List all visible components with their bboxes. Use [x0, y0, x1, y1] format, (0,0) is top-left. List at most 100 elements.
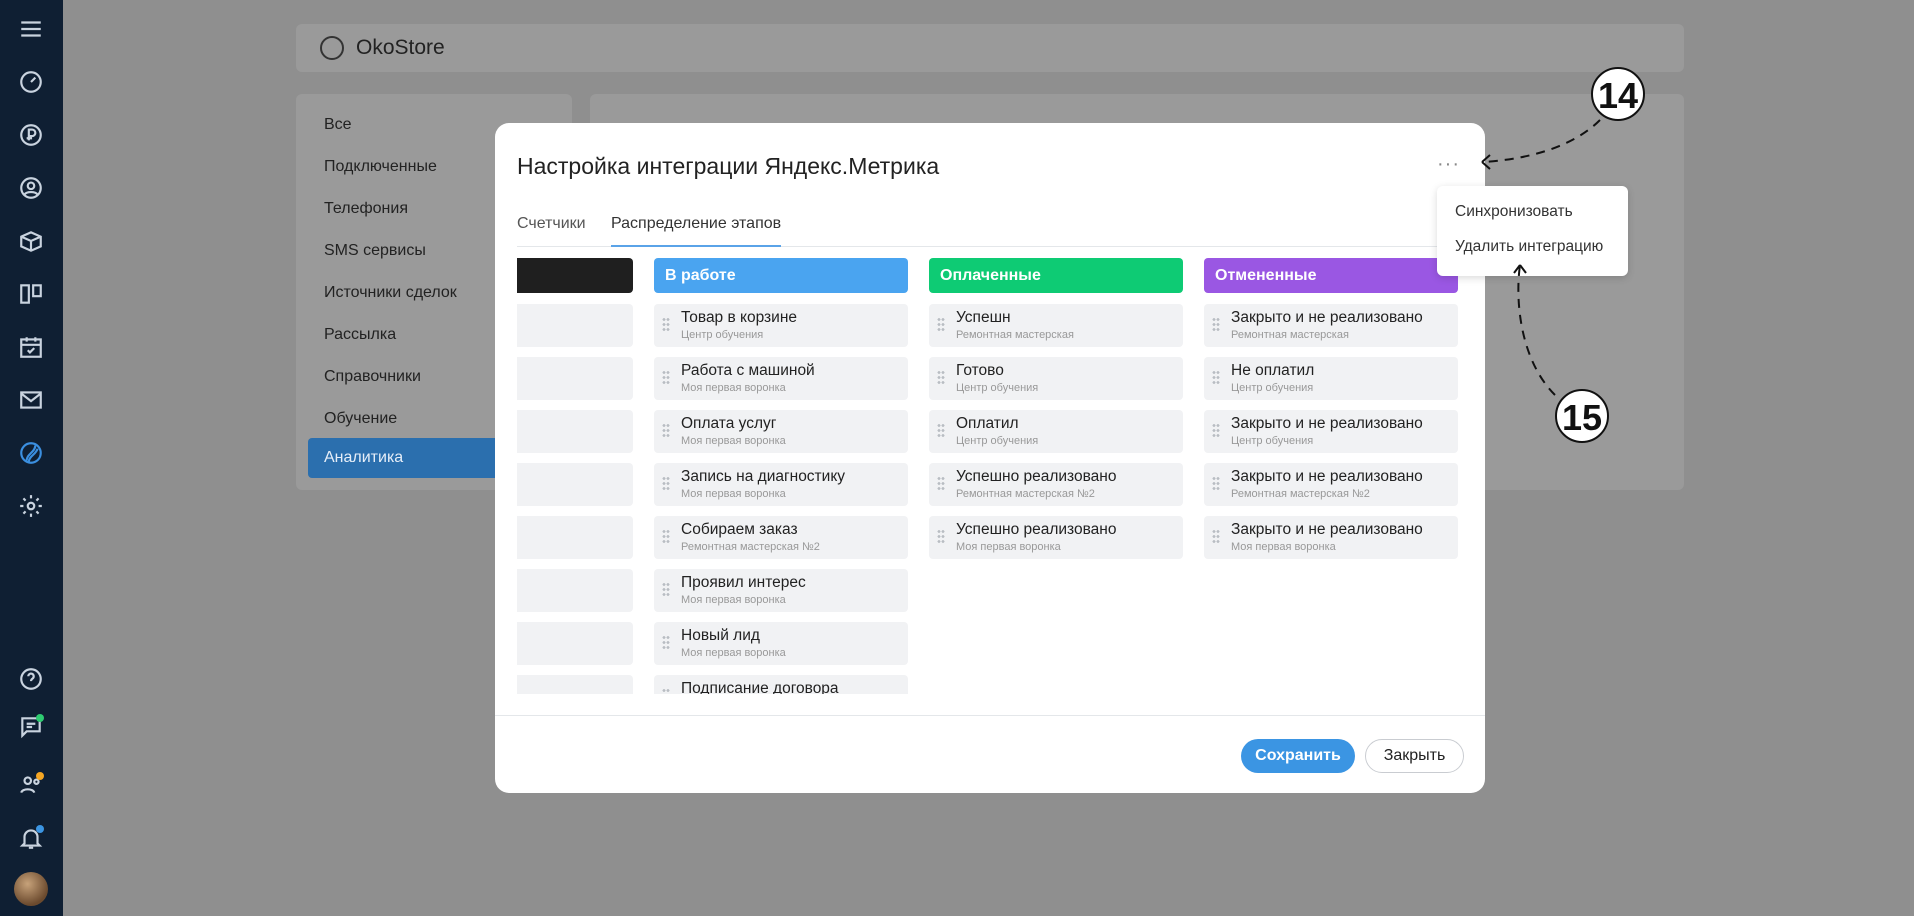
category-item[interactable]: Источники сделок [324, 284, 457, 302]
stage-card-funnel: Моя первая воронка [681, 382, 786, 394]
drag-handle-icon[interactable] [662, 582, 670, 598]
stage-card[interactable]: кт для связи [517, 304, 633, 347]
stage-card[interactable]: Запись на диагностику Моя первая воронка [654, 463, 908, 506]
stage-card[interactable]: Закрыто и не реализовано Ремонтная мастер… [1204, 463, 1458, 506]
category-item[interactable]: Все [324, 116, 352, 134]
integrations-icon[interactable] [14, 436, 48, 470]
drag-handle-icon[interactable] [937, 370, 945, 386]
stage-card-title: Закрыто и не реализовано [1231, 309, 1423, 326]
stage-card[interactable]: Успешно реализовано Ремонтная мастерская … [929, 463, 1183, 506]
mail-icon[interactable] [14, 383, 48, 417]
drag-handle-icon[interactable] [1212, 370, 1220, 386]
stage-card[interactable]: Закрыто и не реализовано Ремонтная мастер… [1204, 304, 1458, 347]
stage-card[interactable]: Новый лид Моя первая воронка [654, 622, 908, 665]
stage-card[interactable]: ты [517, 410, 633, 453]
category-item[interactable]: Рассылка [324, 326, 396, 344]
drag-handle-icon[interactable] [662, 423, 670, 439]
category-item[interactable]: Телефония [324, 200, 408, 218]
stage-column-header: В работе [654, 258, 908, 293]
stage-card[interactable]: Проявил интерес Моя первая воронка [654, 569, 908, 612]
stage-card[interactable]: Закрыто и не реализовано Центр обучения [1204, 410, 1458, 453]
drag-handle-icon[interactable] [1212, 423, 1220, 439]
drag-handle-icon[interactable] [1212, 317, 1220, 333]
drag-handle-icon[interactable] [1212, 529, 1220, 545]
annotation-badge: 15 [1555, 389, 1609, 443]
save-button[interactable]: Сохранить [1241, 739, 1355, 773]
stage-column-header: Оплаченные [929, 258, 1183, 293]
stage-card-title: Готово [956, 362, 1004, 379]
drag-handle-icon[interactable] [662, 688, 670, 694]
calendar-icon[interactable] [14, 330, 48, 364]
stage-card[interactable]: Работа с машиной Моя первая воронка [654, 357, 908, 400]
settings-icon[interactable] [14, 489, 48, 523]
help-icon[interactable] [14, 662, 48, 696]
stage-card[interactable]: вор [517, 463, 633, 506]
drag-handle-icon[interactable] [662, 476, 670, 492]
ruble-icon[interactable] [14, 118, 48, 152]
stage-card[interactable]: Подписание договора [654, 675, 908, 694]
category-item[interactable]: SMS сервисы [324, 242, 426, 260]
stage-card-funnel: Центр обучения [1231, 382, 1314, 394]
stage-card[interactable]: амеры [517, 357, 633, 400]
stage-column: Отмененные Закрыто и не реализовано Ремонт… [1204, 258, 1458, 559]
dashboard-icon[interactable] [14, 65, 48, 99]
stage-card[interactable]: Оплатил Центр обучения [929, 410, 1183, 453]
category-item[interactable]: Подключенные [324, 158, 437, 176]
stage-card[interactable]: Успешн Ремонтная мастерская [929, 304, 1183, 347]
drag-handle-icon[interactable] [662, 635, 670, 651]
stage-card-funnel: Центр обучения [956, 382, 1039, 394]
menu-item-sync[interactable]: Синхронизовать [1455, 203, 1573, 221]
modal-tabs: Счетчики Распределение этапов [517, 215, 1463, 247]
menu-item-delete-integration[interactable]: Удалить интеграцию [1455, 238, 1603, 256]
tab-counters[interactable]: Счетчики [517, 215, 586, 247]
drag-handle-icon[interactable] [1212, 476, 1220, 492]
stage-column: кт для связи амеры ты вор зайн договор [517, 258, 633, 694]
stage-card-funnel: Ремонтная мастерская [956, 329, 1074, 341]
stage-card[interactable]: Закрыто и не реализовано Моя первая ворон… [1204, 516, 1458, 559]
close-button[interactable]: Закрыть [1365, 739, 1464, 773]
kanban-icon[interactable] [14, 277, 48, 311]
stage-card[interactable]: зайн [517, 622, 633, 665]
stage-card[interactable] [517, 516, 633, 559]
stage-card-funnel: Центр обучения [956, 435, 1039, 447]
drag-handle-icon[interactable] [662, 370, 670, 386]
stage-column-header: Отмененные [1204, 258, 1458, 293]
stage-card-funnel: Моя первая воронка [681, 594, 786, 606]
stage-card-funnel: Ремонтная мастерская [1231, 329, 1349, 341]
drag-handle-icon[interactable] [937, 423, 945, 439]
stage-card[interactable]: Товар в корзине Центр обучения [654, 304, 908, 347]
category-item[interactable]: Справочники [324, 368, 421, 386]
stage-card[interactable]: Оплата услуг Моя первая воронка [654, 410, 908, 453]
app-sidebar [0, 0, 63, 916]
stage-card[interactable] [517, 569, 633, 612]
user-icon[interactable] [14, 171, 48, 205]
stage-card[interactable]: Успешно реализовано Моя первая воронка [929, 516, 1183, 559]
stage-card[interactable]: Готово Центр обучения [929, 357, 1183, 400]
stage-column-header [517, 258, 633, 293]
stage-card-funnel: Ремонтная мастерская №2 [1231, 488, 1370, 500]
category-item[interactable]: Обучение [324, 410, 397, 428]
chat-icon[interactable] [14, 710, 48, 744]
stage-card-title: Собираем заказ [681, 521, 798, 538]
tab-stage-distribution[interactable]: Распределение этапов [611, 215, 782, 247]
menu-icon[interactable] [14, 12, 48, 46]
stage-card[interactable]: Не оплатил Центр обучения [1204, 357, 1458, 400]
drag-handle-icon[interactable] [662, 529, 670, 545]
stage-card-funnel: Центр обучения [681, 329, 764, 341]
drag-handle-icon[interactable] [937, 317, 945, 333]
avatar[interactable] [14, 872, 48, 906]
drag-handle-icon[interactable] [937, 529, 945, 545]
team-icon[interactable] [14, 768, 48, 802]
drag-handle-icon[interactable] [937, 476, 945, 492]
bell-icon[interactable] [14, 821, 48, 855]
stage-card-funnel: Моя первая воронка [956, 541, 1061, 553]
stage-card-funnel: Моя первая воронка [1231, 541, 1336, 553]
stage-card[interactable]: Собираем заказ Ремонтная мастерская №2 [654, 516, 908, 559]
stage-card[interactable]: договор [517, 675, 633, 694]
stage-card-funnel: Центр обучения [1231, 435, 1314, 447]
box-icon[interactable] [14, 224, 48, 258]
more-options-icon[interactable]: ··· [1437, 153, 1460, 176]
stage-column: Оплаченные Успешн Ремонтная мастерская Гото… [929, 258, 1183, 559]
more-options-menu: Синхронизовать Удалить интеграцию [1437, 186, 1628, 276]
drag-handle-icon[interactable] [662, 317, 670, 333]
